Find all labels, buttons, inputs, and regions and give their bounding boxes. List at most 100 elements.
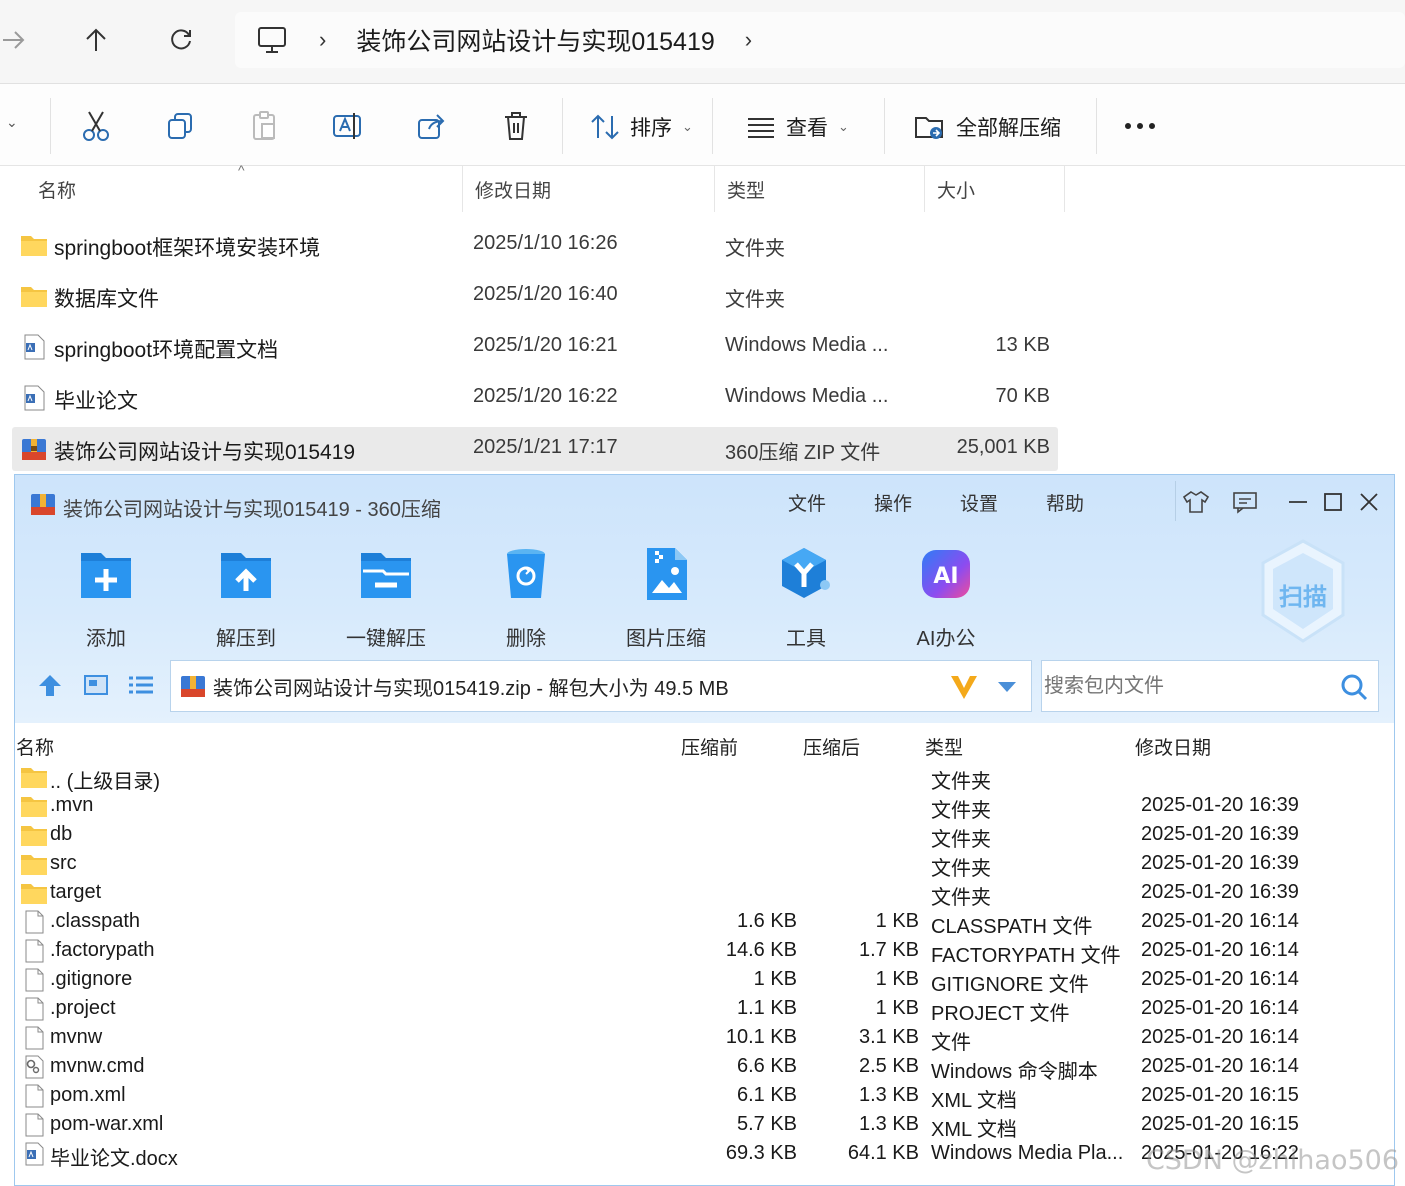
entry-size-before: 10.1 KB <box>725 1026 797 1048</box>
col-date[interactable]: 修改日期 <box>1135 733 1211 760</box>
view-button[interactable]: 查看 ⌄ <box>746 112 849 142</box>
file-date: 2025/1/20 16:22 <box>473 385 618 407</box>
archive-row[interactable]: mvnw.cmd 6.6 KB 2.5 KB Windows 命令脚本 2025… <box>15 1053 1394 1083</box>
breadcrumb-current[interactable]: 装饰公司网站设计与实现015419 <box>356 22 714 58</box>
extract-to-button[interactable]: 解压到 <box>191 545 301 651</box>
share-button[interactable] <box>412 106 452 146</box>
file-row[interactable]: springboot框架环境安装环境 2025/1/10 16:26 文件夹 <box>12 223 1058 267</box>
forward-button[interactable] <box>0 22 32 58</box>
column-date[interactable]: 修改日期 <box>463 166 715 212</box>
extract-all-button[interactable]: 全部解压缩 <box>914 112 1061 142</box>
archive-row[interactable]: .classpath 1.6 KB 1 KB CLASSPATH 文件 2025… <box>15 908 1394 938</box>
rename-button[interactable] <box>328 106 368 146</box>
archive-row[interactable]: db 文件夹 2025-01-20 16:39 <box>15 821 1394 851</box>
folder-icon <box>21 855 47 875</box>
chevron-right-icon[interactable]: › <box>319 27 326 53</box>
search-input[interactable] <box>1044 674 1324 698</box>
thumbnail-view-button[interactable] <box>83 674 109 696</box>
archive-row[interactable]: .factorypath 14.6 KB 1.7 KB FACTORYPATH … <box>15 937 1394 967</box>
column-type[interactable]: 类型 <box>715 166 925 212</box>
up-button[interactable] <box>78 22 114 58</box>
one-click-extract-button[interactable]: 一键解压 <box>331 545 441 651</box>
col-name[interactable]: 名称 <box>16 733 54 760</box>
file-size: 13 KB <box>995 334 1050 356</box>
entry-name: db <box>50 823 73 845</box>
maximize-button[interactable] <box>1318 487 1348 517</box>
archive-row[interactable]: mvnw 10.1 KB 3.1 KB 文件 2025-01-20 16:14 <box>15 1024 1394 1054</box>
image-compress-button[interactable]: 图片压缩 <box>611 545 721 651</box>
cut-button[interactable] <box>76 106 116 146</box>
archive-search-box[interactable] <box>1041 660 1379 712</box>
chevron-right-icon[interactable]: › <box>745 27 752 53</box>
delete-button[interactable]: 删除 <box>471 545 581 651</box>
column-size[interactable]: 大小 <box>925 166 1065 212</box>
add-button[interactable]: 添加 <box>51 545 161 651</box>
archive-row[interactable]: src 文件夹 2025-01-20 16:39 <box>15 850 1394 880</box>
file-row-selected[interactable]: 装饰公司网站设计与实现015419 2025/1/21 17:17 360压缩 … <box>12 427 1058 471</box>
screen: › 装饰公司网站设计与实现015419 › ⌄ 排序 ⌄ 查看 ⌄ 全部解压缩 … <box>0 0 1405 1186</box>
paste-button[interactable] <box>244 106 284 146</box>
col-after[interactable]: 压缩后 <box>803 733 860 760</box>
recycle-bin-icon <box>507 549 545 598</box>
arrow-up-icon <box>39 675 61 696</box>
entry-name: .project <box>50 997 116 1019</box>
document-icon <box>24 334 45 360</box>
col-before[interactable]: 压缩前 <box>681 733 738 760</box>
archive-row[interactable]: pom-war.xml 5.7 KB 1.3 KB XML 文档 2025-01… <box>15 1111 1394 1141</box>
archive-row[interactable]: .mvn 文件夹 2025-01-20 16:39 <box>15 792 1394 822</box>
file-row[interactable]: springboot环境配置文档 2025/1/20 16:21 Windows… <box>12 325 1058 369</box>
col-type[interactable]: 类型 <box>925 733 963 760</box>
dropdown-arrow-icon[interactable] <box>997 681 1017 693</box>
column-name[interactable]: 名称 <box>26 166 463 212</box>
copy-button[interactable] <box>160 106 200 146</box>
file-icon <box>25 997 44 1021</box>
entry-size-after: 1 KB <box>875 997 919 1019</box>
file-icon <box>25 910 44 934</box>
archive-row[interactable]: .. (上级目录) 文件夹 <box>15 763 1394 793</box>
zip360-logo-icon <box>31 494 55 515</box>
file-row[interactable]: 数据库文件 2025/1/20 16:40 文件夹 <box>12 274 1058 318</box>
list-view-button[interactable] <box>127 674 155 696</box>
archive-path-bar[interactable]: 装饰公司网站设计与实现015419.zip - 解包大小为 49.5 MB <box>170 660 1032 712</box>
search-icon[interactable] <box>1340 673 1368 701</box>
add-folder-icon <box>81 553 131 598</box>
entry-size-after: 2.5 KB <box>858 1055 919 1077</box>
sort-button[interactable]: 排序 ⌄ <box>590 112 693 142</box>
skin-button[interactable] <box>1181 487 1211 517</box>
entry-date: 2025-01-20 16:14 <box>1141 939 1299 961</box>
entry-size-before: 5.7 KB <box>736 1113 797 1135</box>
menu-operate[interactable]: 操作 <box>874 489 912 516</box>
minimize-button[interactable] <box>1283 487 1313 517</box>
menu-help[interactable]: 帮助 <box>1046 489 1084 516</box>
close-icon <box>1360 493 1378 511</box>
divider <box>1175 481 1176 521</box>
address-bar[interactable]: › 装饰公司网站设计与实现015419 › <box>235 12 1405 68</box>
column-name-label: 名称 <box>38 180 77 202</box>
feedback-button[interactable] <box>1230 487 1260 517</box>
menu-file[interactable]: 文件 <box>788 489 826 516</box>
close-button[interactable] <box>1354 487 1384 517</box>
menu-settings[interactable]: 设置 <box>960 489 998 516</box>
archive-row[interactable]: target 文件夹 2025-01-20 16:39 <box>15 879 1394 909</box>
archive-row[interactable]: pom.xml 6.1 KB 1.3 KB XML 文档 2025-01-20 … <box>15 1082 1394 1112</box>
extract-to-label: 解压到 <box>216 628 276 650</box>
divider <box>562 98 563 154</box>
chevron-down-icon[interactable]: ⌄ <box>6 114 18 131</box>
archive-column-header: 名称 压缩前 压缩后 类型 修改日期 <box>15 725 1394 765</box>
file-row[interactable]: 毕业论文 2025/1/20 16:22 Windows Media ... 7… <box>12 376 1058 420</box>
refresh-button[interactable] <box>163 22 199 58</box>
archive-row[interactable]: .gitignore 1 KB 1 KB GITIGNORE 文件 2025-0… <box>15 966 1394 996</box>
up-level-button[interactable] <box>37 672 63 698</box>
ai-office-button[interactable]: AI AI办公 <box>891 545 1001 651</box>
delete-button[interactable] <box>496 106 536 146</box>
more-options-button[interactable] <box>1120 106 1160 146</box>
archive-row[interactable]: .project 1.1 KB 1 KB PROJECT 文件 2025-01-… <box>15 995 1394 1025</box>
scan-button[interactable]: 扫描 <box>1257 537 1349 645</box>
entry-size-after: 1.7 KB <box>858 939 919 961</box>
file-type: Windows Media ... <box>725 385 889 407</box>
tools-button[interactable]: 工具 <box>751 545 861 651</box>
column-date-label: 修改日期 <box>475 180 552 202</box>
thumbnail-view-icon <box>84 675 108 695</box>
divider <box>884 98 885 154</box>
zip-icon <box>22 439 46 460</box>
